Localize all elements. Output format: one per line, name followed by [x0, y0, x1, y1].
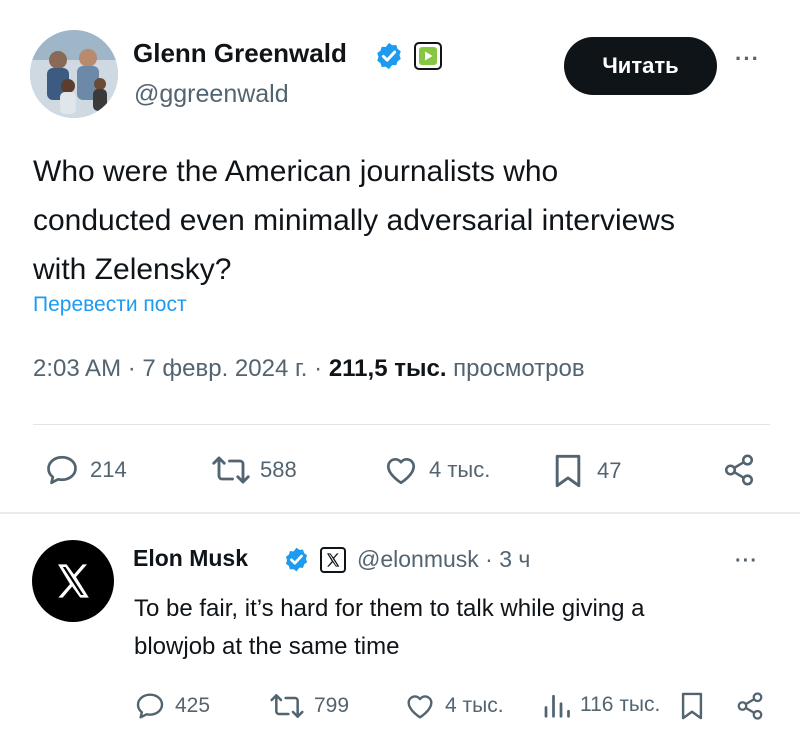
views-count: 211,5 тыс. — [328, 355, 447, 382]
tweet-meta: 2:03 AM · 7 февр. 2024 г. · 211,5 тыс. п… — [33, 355, 585, 383]
verified-icon — [377, 42, 401, 70]
rumble-badge-icon — [414, 42, 442, 70]
tweet-text-line: conducted even minimally adversarial int… — [33, 204, 675, 237]
share-icon — [724, 454, 754, 486]
reply-reply-count: 425 — [175, 694, 211, 717]
reply-reply-button[interactable]: 425 — [134, 690, 210, 722]
x-affiliate-badge-icon — [320, 547, 346, 573]
retweet-button[interactable]: 588 — [210, 452, 297, 488]
tweet-text-line: Who were the American journalists who — [33, 155, 559, 188]
translate-link[interactable]: Перевести пост — [33, 293, 187, 317]
views-label: просмотров — [446, 355, 585, 382]
reply-button[interactable]: 214 — [44, 452, 127, 488]
tweet-text-line: with Zelensky? — [33, 253, 232, 286]
divider — [33, 424, 770, 425]
reply-bookmark-button[interactable] — [678, 690, 706, 722]
views-icon — [544, 694, 570, 718]
bookmark-icon — [681, 692, 703, 720]
reply-views-count: 116 тыс. — [580, 693, 661, 716]
reply-text-line: blowjob at the same time — [134, 633, 400, 660]
reply-text-line: To be fair, it’s hard for them to talk w… — [134, 595, 645, 622]
reply-like-count: 4 тыс. — [445, 694, 504, 717]
reply-text: To be fair, it’s hard for them to talk w… — [134, 590, 644, 666]
bookmark-count: 47 — [597, 458, 622, 483]
reply-like-button[interactable]: 4 тыс. — [404, 690, 504, 722]
reply-retweet-button[interactable]: 799 — [268, 690, 349, 722]
more-options-icon[interactable]: ··· — [735, 46, 760, 72]
like-icon — [386, 457, 416, 485]
reply-author-avatar[interactable] — [32, 540, 114, 622]
bookmark-icon — [555, 454, 581, 488]
reply-icon — [47, 455, 77, 485]
like-count: 4 тыс. — [429, 457, 491, 482]
reply-icon — [136, 693, 164, 719]
x-logo-icon — [58, 564, 89, 598]
share-icon — [737, 692, 763, 720]
retweet-icon — [270, 694, 304, 718]
reply-author-handle[interactable]: @elonmusk · 3 ч — [357, 546, 530, 573]
reply-more-options-icon[interactable]: ··· — [735, 550, 758, 573]
like-icon — [407, 695, 433, 719]
reply-author-name[interactable]: Elon Musk — [133, 545, 248, 572]
bookmark-button[interactable]: 47 — [551, 452, 621, 490]
author-name[interactable]: Glenn Greenwald — [133, 38, 347, 69]
tweet-text: Who were the American journalists who co… — [33, 147, 773, 294]
follow-button[interactable]: Читать — [564, 37, 717, 95]
retweet-count: 588 — [260, 457, 297, 482]
reply-views-button[interactable]: 116 тыс. — [541, 690, 660, 720]
author-handle[interactable]: @ggreenwald — [134, 80, 289, 109]
retweet-icon — [212, 456, 250, 484]
reply-share-button[interactable] — [735, 690, 765, 722]
reply-count: 214 — [90, 457, 127, 482]
share-button[interactable] — [722, 452, 756, 488]
verified-icon — [285, 547, 308, 572]
section-separator — [0, 512, 800, 514]
tweet-timestamp[interactable]: 2:03 AM · 7 февр. 2024 г. · — [33, 355, 329, 382]
like-button[interactable]: 4 тыс. — [383, 452, 490, 488]
author-avatar[interactable] — [30, 30, 118, 118]
reply-retweet-count: 799 — [314, 694, 350, 717]
avatar-photo — [30, 30, 118, 118]
